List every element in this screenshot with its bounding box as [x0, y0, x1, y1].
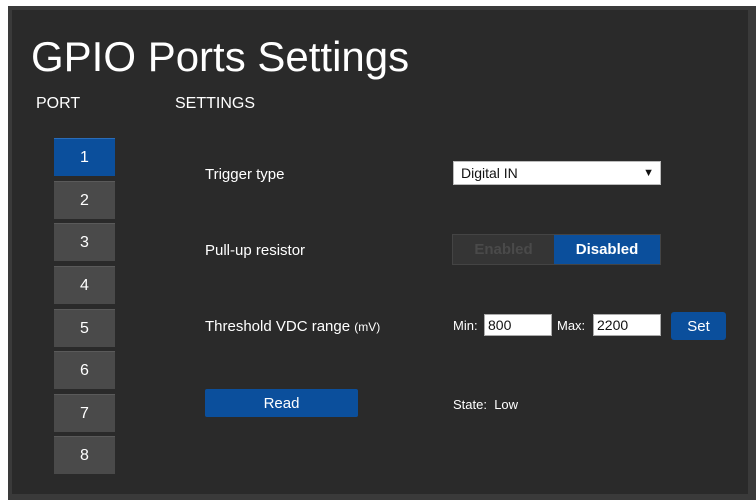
trigger-type-select[interactable]: Digital IN ▼ [453, 161, 661, 185]
state-value: Low [494, 397, 519, 412]
pullup-toggle: Enabled Disabled [452, 234, 661, 265]
set-button[interactable]: Set [671, 312, 726, 340]
min-input[interactable] [484, 314, 552, 336]
port-button-8[interactable]: 8 [54, 436, 115, 474]
trigger-type-label: Trigger type [205, 166, 285, 183]
pullup-disabled-option[interactable]: Disabled [554, 235, 660, 264]
max-label: Max: [557, 318, 586, 333]
page-title: GPIO Ports Settings [31, 33, 410, 80]
read-button[interactable]: Read [205, 389, 358, 417]
port-button-2[interactable]: 2 [54, 181, 115, 219]
state-label: State: [453, 397, 487, 412]
max-input[interactable] [593, 314, 661, 336]
port-column-header: PORT [36, 95, 81, 112]
threshold-label: Threshold VDC range (mV) [205, 318, 380, 335]
settings-column-header: SETTINGS [175, 95, 256, 112]
port-button-3[interactable]: 3 [54, 223, 115, 261]
port-button-4[interactable]: 4 [54, 266, 115, 304]
port-button-5[interactable]: 5 [54, 309, 115, 347]
state-readout: State: Low [453, 397, 518, 412]
port-button-6[interactable]: 6 [54, 351, 115, 389]
trigger-type-value: Digital IN [461, 165, 518, 181]
threshold-label-text: Threshold VDC range [205, 318, 351, 335]
port-button-7[interactable]: 7 [54, 394, 115, 432]
dropdown-arrow-icon: ▼ [643, 167, 654, 179]
pullup-resistor-label: Pull-up resistor [205, 242, 306, 259]
min-label: Min: [453, 318, 478, 333]
threshold-unit: (mV) [354, 320, 381, 334]
pullup-enabled-option[interactable]: Enabled [453, 235, 554, 264]
port-button-1[interactable]: 1 [54, 138, 115, 176]
